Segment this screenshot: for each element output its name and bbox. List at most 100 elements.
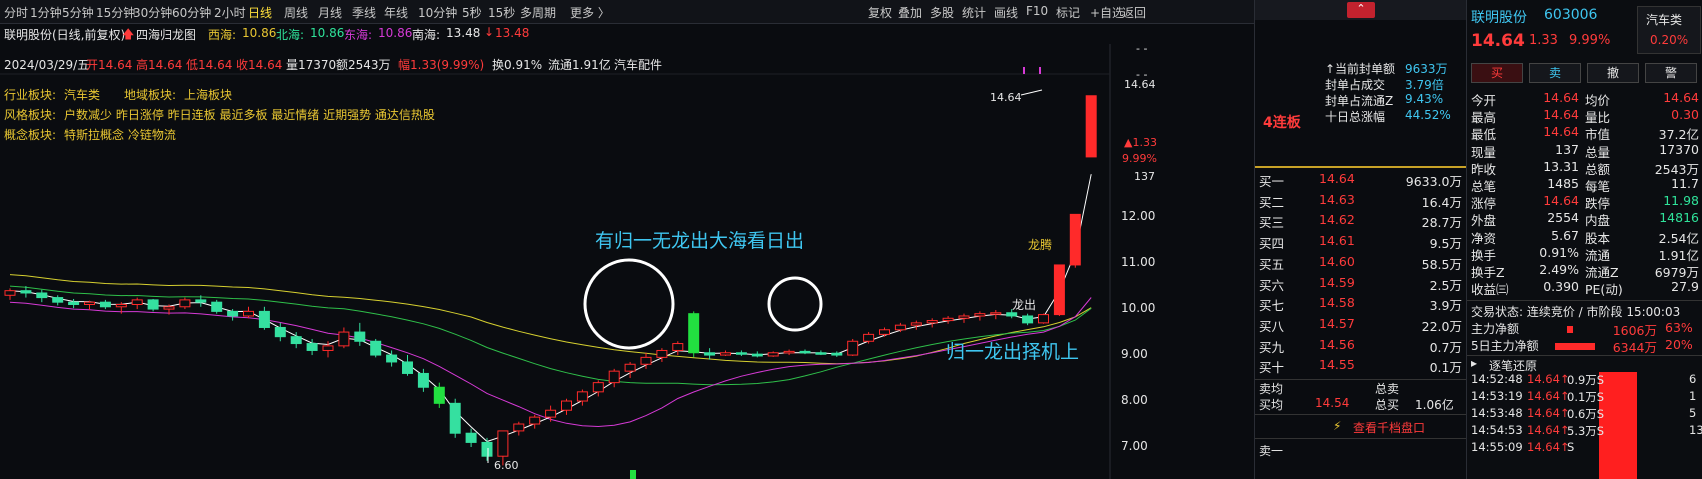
quote-value: 37.2亿 bbox=[1658, 127, 1699, 143]
tick-price: 14.64↑ bbox=[1527, 440, 1570, 454]
candle bbox=[1069, 213, 1081, 266]
style-value[interactable]: 户数减少 昨日涨停 昨日连板 最近多板 最近情绪 近期强势 通达信热股 bbox=[64, 106, 435, 123]
period-tab[interactable]: 多周期 bbox=[520, 4, 556, 21]
candle bbox=[386, 354, 398, 363]
candle bbox=[672, 343, 684, 351]
bid-price[interactable]: 14.56 bbox=[1319, 337, 1355, 355]
bid-price[interactable]: 14.55 bbox=[1319, 357, 1355, 375]
divider-2 bbox=[1255, 379, 1467, 380]
bid-level: 买七 bbox=[1259, 298, 1285, 314]
indicator-name[interactable]: 四海归龙图 bbox=[136, 26, 196, 43]
period-tab[interactable]: 分时 bbox=[4, 4, 28, 21]
quote-label: 均价 bbox=[1585, 93, 1611, 108]
period-tab[interactable]: 15分钟 bbox=[96, 4, 135, 21]
trade-button[interactable]: 买 bbox=[1471, 63, 1523, 83]
period-tab[interactable]: 1分钟 bbox=[30, 4, 62, 21]
toolbar-button[interactable]: 多股 bbox=[930, 4, 954, 21]
bid-price[interactable]: 14.63 bbox=[1319, 192, 1355, 210]
quote-value: 27.9 bbox=[1671, 279, 1699, 295]
quote-label: 量比 bbox=[1585, 110, 1611, 126]
period-tab[interactable]: 5分钟 bbox=[62, 4, 94, 21]
candle bbox=[974, 313, 986, 317]
trade-button[interactable]: 警 bbox=[1645, 63, 1697, 83]
divider-3 bbox=[1255, 414, 1467, 415]
bid-price[interactable]: 14.61 bbox=[1319, 233, 1355, 251]
period-tab[interactable]: 2小时 bbox=[214, 4, 246, 21]
xihai-label: 西海: bbox=[208, 28, 237, 42]
flow-value: 1606万 bbox=[1612, 323, 1657, 338]
region-value[interactable]: 上海板块 bbox=[184, 86, 232, 103]
toolbar-button[interactable]: 标记 bbox=[1056, 4, 1080, 21]
period-tab[interactable]: 更多 〉 bbox=[570, 4, 610, 21]
moving-average-line bbox=[9, 274, 1092, 365]
stock-name: 联明股份 bbox=[1471, 10, 1527, 26]
indicator-header: 联明股份(日线,前复权) 🡅 四海归龙图 西海: 10.86 北海: 10.86… bbox=[0, 24, 1254, 44]
qiandang-link[interactable]: 查看千档盘口 bbox=[1353, 419, 1425, 436]
quote-label: 昨收 bbox=[1471, 161, 1497, 177]
total-sell-label: 总卖 bbox=[1375, 382, 1400, 396]
bid-volume: 9633.0万 bbox=[1405, 174, 1462, 189]
tick-count: 5 bbox=[1689, 406, 1697, 420]
change-tag: ▲1.33 bbox=[1124, 136, 1157, 149]
buy-avg-value: 14.54 bbox=[1315, 396, 1350, 410]
candle bbox=[1022, 315, 1034, 324]
candle bbox=[624, 363, 636, 372]
toolbar-button[interactable]: +自选 bbox=[1090, 4, 1124, 21]
toolbar-button[interactable]: 返回 bbox=[1122, 4, 1146, 21]
period-tab[interactable]: 15秒 bbox=[488, 4, 515, 21]
ohlc-bar: 2024/03/29/五 开14.64 高14.64 低14.64 收14.64… bbox=[0, 56, 1254, 74]
toolbar-button[interactable]: F10 bbox=[1026, 4, 1048, 18]
total-buy-value: 1.06亿 bbox=[1415, 398, 1454, 412]
collapse-icon[interactable]: ⌃ bbox=[1347, 2, 1375, 18]
quote-value: 17370 bbox=[1659, 141, 1699, 157]
quote-label: PE(动) bbox=[1585, 282, 1623, 298]
y-tick: 9.00 bbox=[1121, 347, 1148, 362]
trade-button[interactable]: 撤 bbox=[1587, 63, 1639, 83]
quote-label: 外盘 bbox=[1471, 213, 1497, 229]
bid-price[interactable]: 14.64 bbox=[1319, 171, 1355, 189]
annotation-no-dragon: 有归一无龙出大海看日出 bbox=[595, 230, 805, 252]
quote-value: 6979万 bbox=[1654, 265, 1699, 280]
donghai-label: 东海: bbox=[344, 28, 373, 42]
concept-value[interactable]: 特斯拉概念 冷链物流 bbox=[64, 126, 176, 143]
bid-volume: 16.4万 bbox=[1421, 194, 1462, 210]
candle bbox=[195, 299, 207, 303]
period-tab[interactable]: 日线 bbox=[248, 4, 272, 21]
style-label: 风格板块: bbox=[4, 108, 57, 122]
bid-price[interactable]: 14.60 bbox=[1319, 254, 1355, 272]
period-tab[interactable]: 月线 bbox=[318, 4, 342, 21]
trade-button[interactable]: 卖 bbox=[1529, 63, 1581, 83]
candle bbox=[179, 299, 191, 308]
period-tab[interactable]: 30分钟 bbox=[133, 4, 172, 21]
nanhai-value-2: 13.48 bbox=[495, 26, 530, 40]
quote-value: 14.64 bbox=[1543, 90, 1579, 105]
bid-volume: 0.7万 bbox=[1429, 339, 1462, 355]
bid-price[interactable]: 14.59 bbox=[1319, 275, 1355, 293]
bid-volume: 3.9万 bbox=[1429, 298, 1462, 314]
tick-time: 14:53:48 bbox=[1471, 406, 1523, 420]
industry-label: 行业板块: bbox=[4, 88, 57, 102]
toolbar-button[interactable]: 画线 bbox=[994, 4, 1018, 21]
toolbar-button[interactable]: 统计 bbox=[962, 4, 986, 21]
quote-value: 137 bbox=[1555, 141, 1579, 157]
quote-panel: 联明股份 603006 14.64 1.33 9.99% 汽车类 0.20% 买… bbox=[1466, 0, 1702, 479]
period-tab[interactable]: 季线 bbox=[352, 4, 376, 21]
period-tab[interactable]: 5秒 bbox=[462, 4, 482, 21]
candle bbox=[20, 290, 32, 294]
industry-value[interactable]: 汽车类 bbox=[64, 86, 100, 103]
divider bbox=[1255, 166, 1467, 168]
bid-price[interactable]: 14.58 bbox=[1319, 295, 1355, 313]
sector-box[interactable]: 汽车类 0.20% bbox=[1637, 6, 1701, 54]
period-tab[interactable]: 年线 bbox=[384, 4, 408, 21]
candle bbox=[274, 326, 286, 338]
bid-price[interactable]: 14.57 bbox=[1319, 316, 1355, 334]
toolbar-button[interactable]: 复权 bbox=[868, 4, 892, 21]
toolbar-button[interactable]: 叠加 bbox=[898, 4, 922, 21]
quote-value: 14.64 bbox=[1543, 124, 1579, 140]
period-tab[interactable]: 10分钟 bbox=[418, 4, 457, 21]
bid-price[interactable]: 14.62 bbox=[1319, 212, 1355, 230]
period-tab[interactable]: 周线 bbox=[284, 4, 308, 21]
divider-4 bbox=[1255, 438, 1467, 439]
expand-icon[interactable]: ▸ bbox=[1471, 356, 1477, 370]
period-tab[interactable]: 60分钟 bbox=[172, 4, 211, 21]
